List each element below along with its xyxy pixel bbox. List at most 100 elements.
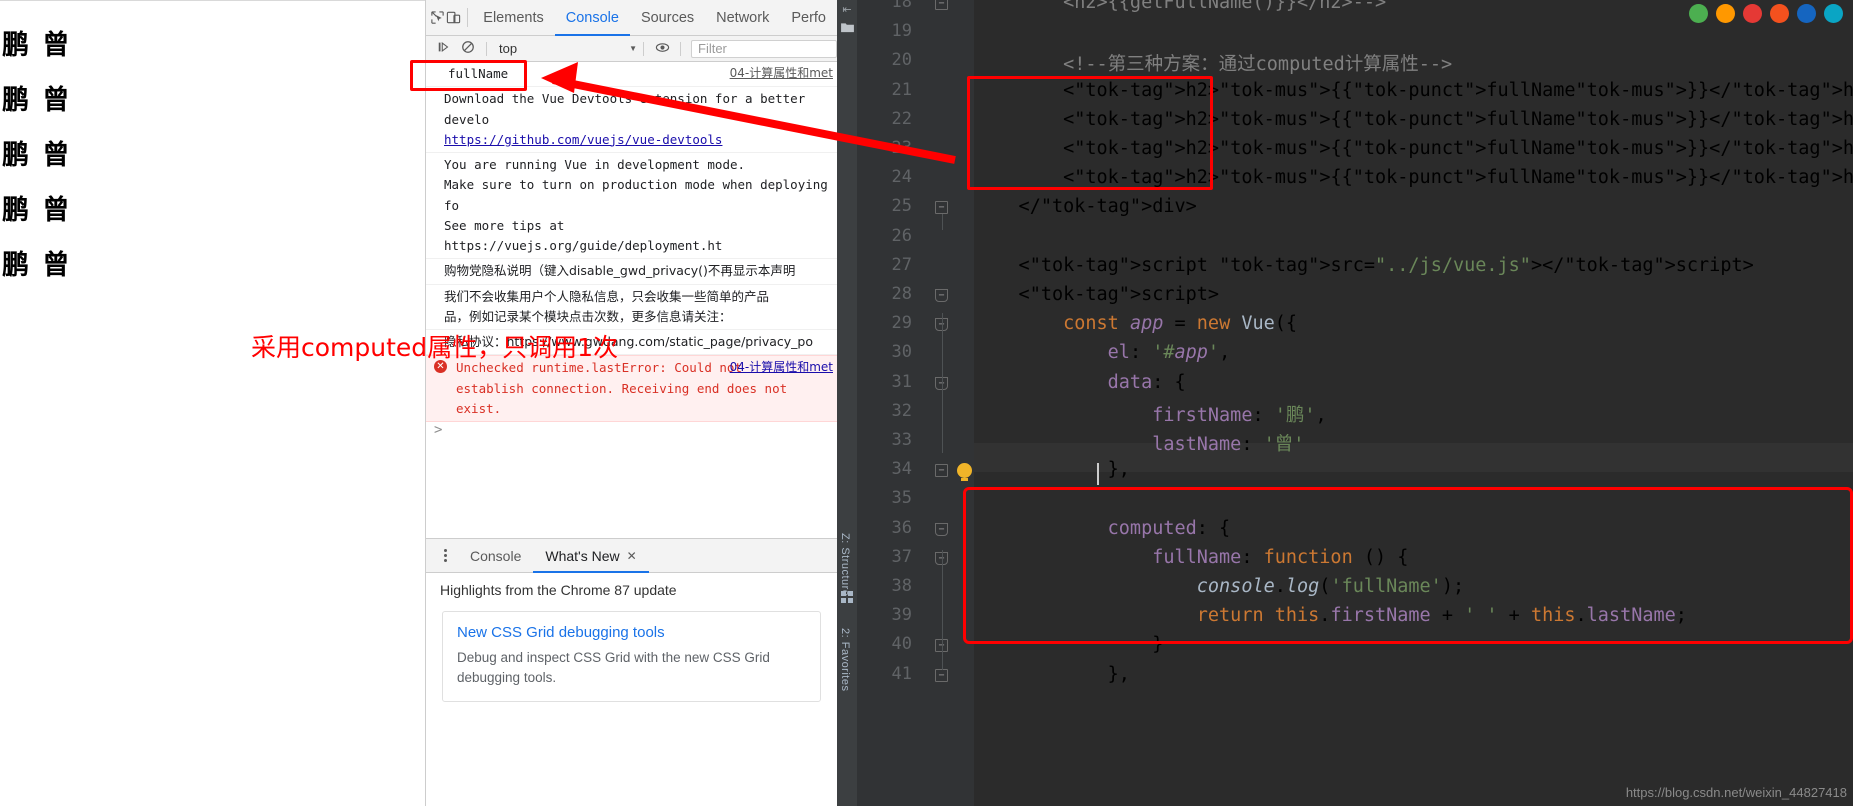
- code-line[interactable]: fullName: function () {: [974, 547, 1408, 568]
- console-row-error[interactable]: ✕ Unchecked runtime.lastError: Could not…: [426, 355, 837, 422]
- code-line[interactable]: <"tok-tag">h2>"tok-mus">{{"tok-punct">fu…: [974, 138, 1853, 159]
- console-error-line: establish connection. Receiving end does…: [456, 380, 788, 416]
- line-number: 37: [891, 546, 912, 567]
- page-heading-row: 鹏 曾: [0, 125, 425, 180]
- whats-new-card[interactable]: New CSS Grid debugging tools Debug and i…: [442, 611, 821, 703]
- annotation-note: 采用computed属性，只调用1次: [251, 333, 619, 362]
- whats-new-card-title[interactable]: New CSS Grid debugging tools: [457, 624, 806, 641]
- live-expression-eye-icon[interactable]: [650, 40, 674, 58]
- devtools-tabbar: Elements Console Sources Network Perfo: [426, 0, 837, 36]
- code-line[interactable]: lastName: '曾': [974, 430, 1304, 456]
- line-number: 30: [891, 342, 912, 363]
- collapse-icon[interactable]: ⇤: [837, 3, 857, 16]
- console-log-line: Make sure to turn on production mode whe…: [444, 177, 828, 213]
- console-prompt[interactable]: >: [426, 422, 837, 438]
- code-line[interactable]: <"tok-tag">h2>"tok-mus">{{"tok-punct">fu…: [974, 80, 1853, 101]
- code-line[interactable]: <"tok-tag">h2>"tok-mus">{{"tok-punct">fu…: [974, 109, 1853, 130]
- clear-console-icon[interactable]: [456, 40, 480, 57]
- devtools-panel: Elements Console Sources Network Perfo t…: [425, 0, 837, 806]
- console-row-log[interactable]: You are running Vue in development mode.…: [426, 153, 837, 260]
- line-number: 18: [891, 0, 912, 12]
- code-fold-toggle[interactable]: −: [935, 668, 948, 682]
- code-line[interactable]: firstName: '鹏',: [974, 401, 1326, 427]
- line-number: 21: [891, 79, 912, 100]
- code-line[interactable]: },: [974, 664, 1130, 685]
- toolbar-divider: [643, 41, 644, 56]
- filter-input[interactable]: Filter: [691, 39, 837, 58]
- console-toolbar: top ▼ Filter: [426, 36, 837, 62]
- page-heading-row: 鹏 曾: [0, 15, 425, 70]
- code-line[interactable]: <"tok-tag">script "tok-tag">src="../js/v…: [974, 255, 1754, 276]
- code-line[interactable]: return this.firstName + ' ' + this.lastN…: [974, 605, 1687, 626]
- code-fold-toggle[interactable]: −: [935, 201, 948, 215]
- code-fold-toggle[interactable]: −: [935, 289, 948, 302]
- ide-editor-pane: ⇤ Z: Structure 2: Favorites 18 − 19 20 21 22 2…: [837, 0, 1853, 806]
- drawer-tab-whats-new[interactable]: What's New ✕: [533, 540, 649, 573]
- code-line[interactable]: console.log('fullName');: [974, 576, 1464, 597]
- code-fold-toggle[interactable]: −: [935, 0, 948, 10]
- console-row-log[interactable]: 我们不会收集用户个人隐私信息，只会收集一些简单的产品 品，例如记录某个模块点击次…: [426, 285, 837, 330]
- favorites-tool-label[interactable]: 2: Favorites: [839, 628, 851, 691]
- code-line[interactable]: },: [974, 459, 1130, 480]
- whats-new-card-description: Debug and inspect CSS Grid with the new …: [457, 650, 770, 685]
- console-log-text: fullName: [448, 66, 509, 81]
- line-number: 38: [891, 576, 912, 596]
- line-number: 23: [891, 138, 912, 158]
- code-fold-toggle[interactable]: −: [935, 464, 948, 478]
- execute-icon[interactable]: [432, 40, 456, 57]
- console-row-log[interactable]: 购物党隐私说明（键入disable_gwd_privacy()不再显示本声明: [426, 259, 837, 285]
- code-fold-toggle[interactable]: −: [935, 522, 948, 536]
- page-heading: 鹏 曾: [2, 195, 72, 226]
- structure-tool-label[interactable]: Z: Structure: [839, 533, 851, 596]
- device-toolbar-icon[interactable]: [446, 0, 462, 35]
- tab-sources[interactable]: Sources: [630, 1, 705, 36]
- fold-guide: [942, 214, 943, 230]
- folder-icon[interactable]: [837, 22, 857, 36]
- code-line[interactable]: data: {: [974, 372, 1186, 393]
- drawer-tab-console[interactable]: Console: [458, 540, 533, 573]
- console-log-line: You are running Vue in development mode.: [444, 157, 746, 172]
- code-line[interactable]: computed: {: [974, 518, 1231, 539]
- code-line[interactable]: }: [974, 634, 1163, 655]
- tab-network[interactable]: Network: [705, 1, 780, 36]
- console-source-link[interactable]: 04-计算属性和met: [730, 358, 833, 377]
- intention-bulb-icon[interactable]: [957, 463, 972, 482]
- ide-line-number-gutter: 18 − 19 20 21 22 23 24 25 − 26 27 28 − 29 − 30 31 − 32 33 34 −…: [857, 0, 974, 806]
- code-line[interactable]: <h2>{{getFullName()}}</h2>-->: [974, 0, 1386, 13]
- console-log-link[interactable]: https://github.com/vuejs/vue-devtools: [444, 130, 837, 150]
- tab-elements[interactable]: Elements: [472, 1, 554, 36]
- ide-code-area[interactable]: <h2>{{getFullName()}}</h2>--> <!--第三种方案：…: [974, 0, 1853, 806]
- text-caret: [1096, 463, 1099, 486]
- code-line[interactable]: <"tok-tag">h2>"tok-mus">{{"tok-punct">fu…: [974, 167, 1853, 188]
- tab-performance[interactable]: Perfo: [780, 1, 837, 36]
- kebab-menu-icon[interactable]: [432, 539, 458, 572]
- console-log-line: Download the Vue Devtools extension for …: [444, 91, 806, 127]
- console-row-log[interactable]: Download the Vue Devtools extension for …: [426, 87, 837, 153]
- line-number: 19: [891, 21, 912, 42]
- execution-context-value: top: [499, 41, 518, 56]
- fold-guide: [942, 550, 943, 670]
- console-log-line: 品，例如记录某个模块点击次数，更多信息请关注：: [444, 308, 732, 324]
- line-number: 32: [891, 400, 912, 421]
- console-row-log[interactable]: fullName 04-计算属性和met: [426, 62, 837, 88]
- tab-console[interactable]: Console: [554, 1, 630, 36]
- console-source-link[interactable]: 04-计算属性和met: [730, 64, 833, 83]
- drawer-tabbar: Console What's New ✕: [426, 539, 837, 573]
- line-number: 24: [891, 167, 912, 188]
- screenshot-root: 鹏 曾 鹏 曾 鹏 曾 鹏 曾 鹏 曾 Elements Console Sou…: [0, 0, 1853, 806]
- line-number: 28: [891, 284, 912, 304]
- code-line[interactable]: el: '#app',: [974, 342, 1231, 363]
- code-line[interactable]: <!--第三种方案：通过computed计算属性-->: [974, 50, 1452, 76]
- close-icon[interactable]: ✕: [627, 549, 637, 563]
- code-line[interactable]: <"tok-tag">script>: [974, 284, 1220, 305]
- code-line[interactable]: const app = new Vue({: [974, 313, 1297, 334]
- fold-guide: [942, 313, 943, 453]
- grid-icon[interactable]: [841, 590, 853, 603]
- code-line[interactable]: </"tok-tag">div>: [974, 196, 1197, 217]
- execution-context-select[interactable]: top ▼: [493, 41, 637, 56]
- inspect-element-icon[interactable]: [430, 0, 446, 35]
- toolbar-divider: [680, 41, 681, 56]
- line-number: 31: [891, 371, 912, 392]
- console-message-list[interactable]: fullName 04-计算属性和met Download the Vue De…: [426, 62, 837, 538]
- console-log-line: 我们不会收集用户个人隐私信息，只会收集一些简单的产品: [444, 288, 770, 304]
